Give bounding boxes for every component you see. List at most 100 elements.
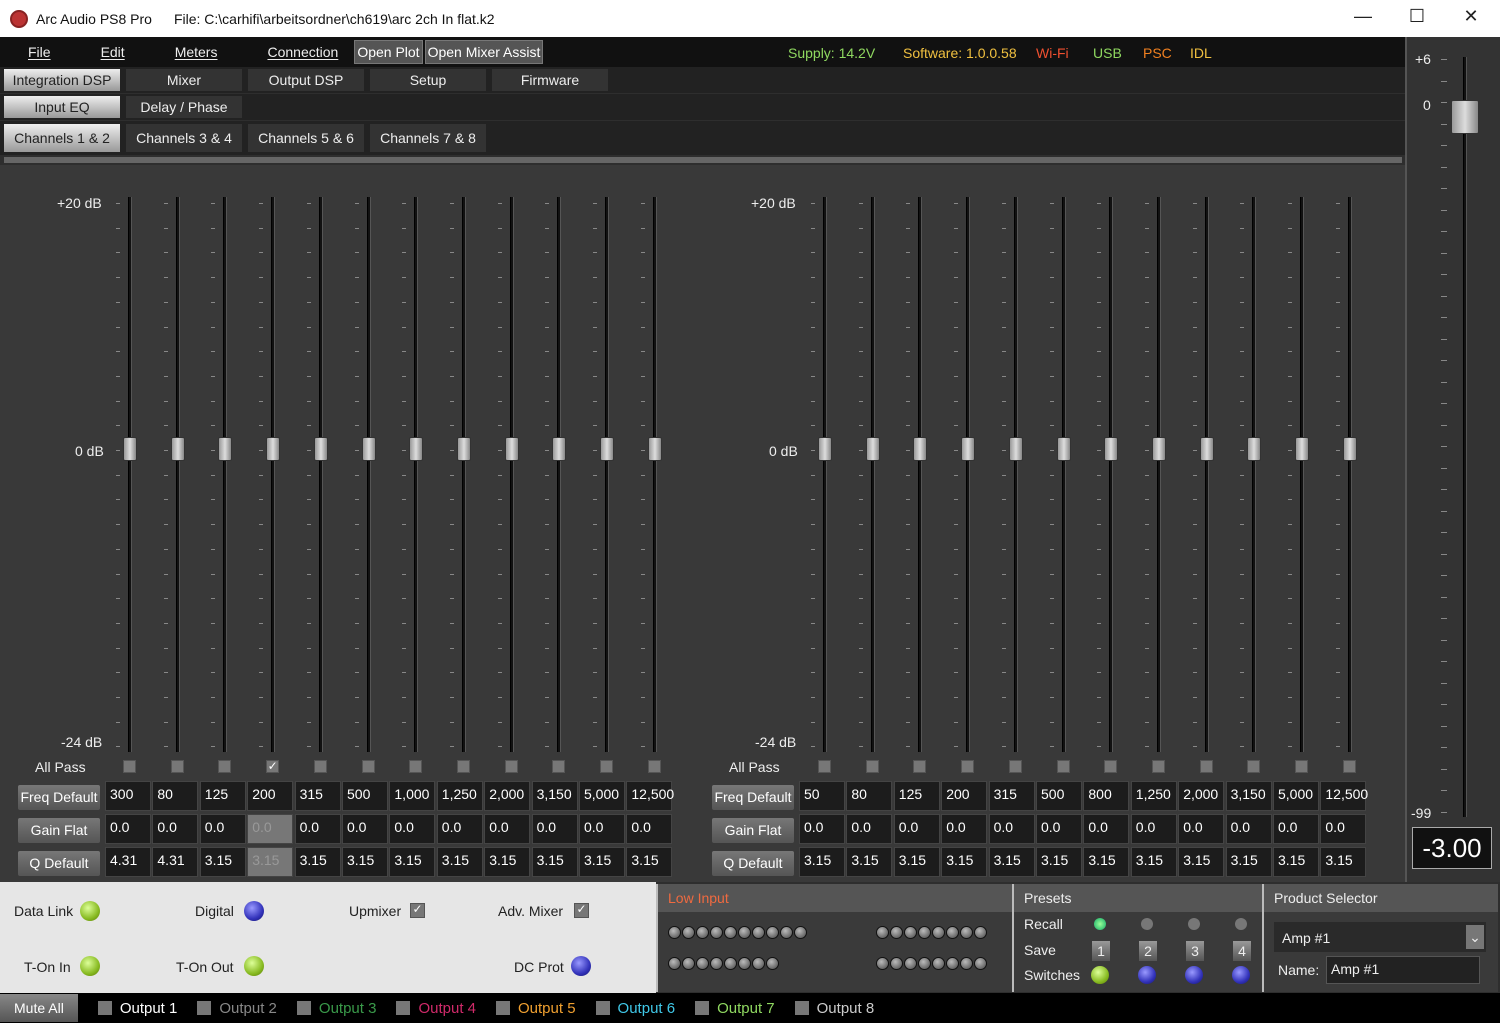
right-freq-field[interactable]: 500 <box>1036 781 1082 811</box>
right-band-7-track[interactable] <box>1109 197 1114 752</box>
left-gain-field[interactable]: 0.0 <box>199 814 246 844</box>
left-band-12-knob[interactable] <box>647 437 662 461</box>
left-gain-field[interactable]: 0.0 <box>436 814 483 844</box>
left-q-field[interactable]: 3.15 <box>342 847 388 877</box>
left-q-field[interactable]: 4.31 <box>105 847 151 877</box>
right-q-field[interactable]: 3.15 <box>1273 847 1319 877</box>
left-all-pass-checkbox[interactable]: ✓ <box>266 760 280 773</box>
left-freq-field[interactable]: 2,000 <box>484 781 531 811</box>
left-all-pass-checkbox[interactable] <box>409 760 423 773</box>
right-all-pass-checkbox[interactable] <box>1151 760 1165 773</box>
right-gain-field[interactable]: 0.0 <box>941 814 988 844</box>
left-q-default-button[interactable]: Q Default <box>18 851 100 876</box>
output-5-checkbox[interactable] <box>496 1001 510 1015</box>
menu-connection[interactable]: Connection <box>257 44 348 60</box>
scrollbar[interactable] <box>4 157 1402 163</box>
right-gain-field[interactable]: 0.0 <box>1225 814 1272 844</box>
right-freq-field[interactable]: 1,250 <box>1130 781 1177 811</box>
left-q-field[interactable]: 3.15 <box>484 847 531 877</box>
menu-meters[interactable]: Meters <box>165 44 228 60</box>
save-preset-1-button[interactable]: 1 <box>1092 941 1110 961</box>
tab-delay-phase[interactable]: Delay / Phase <box>126 96 242 118</box>
right-band-9-knob[interactable] <box>1199 437 1214 461</box>
right-q-field[interactable]: 3.15 <box>1178 847 1225 877</box>
left-band-7-track[interactable] <box>414 197 419 752</box>
tab-input-eq[interactable]: Input EQ <box>4 96 120 118</box>
left-all-pass-checkbox[interactable] <box>600 760 613 773</box>
master-fader-track[interactable] <box>1463 57 1467 817</box>
right-gain-field[interactable]: 0.0 <box>1320 814 1367 844</box>
left-all-pass-checkbox[interactable] <box>123 760 136 773</box>
tab-mixer[interactable]: Mixer <box>126 69 242 91</box>
left-band-7-knob[interactable] <box>409 437 424 461</box>
left-band-4-track[interactable] <box>271 197 276 752</box>
tab-setup[interactable]: Setup <box>370 69 486 91</box>
left-band-2-knob[interactable] <box>170 437 185 461</box>
right-gain-field[interactable]: 0.0 <box>988 814 1035 844</box>
right-gain-field[interactable]: 0.0 <box>1036 814 1082 844</box>
save-preset-4-button[interactable]: 4 <box>1233 941 1251 961</box>
output-3-checkbox[interactable] <box>296 1001 311 1015</box>
left-q-field[interactable]: 3.15 <box>436 847 483 877</box>
left-freq-field[interactable]: 315 <box>294 781 341 811</box>
right-all-pass-checkbox[interactable] <box>961 760 975 773</box>
left-all-pass-checkbox[interactable] <box>313 760 327 773</box>
left-freq-field[interactable]: 1,250 <box>436 781 483 811</box>
tab-channels-3-4[interactable]: Channels 3 & 4 <box>126 124 242 152</box>
close-button[interactable]: ✕ <box>1456 6 1486 27</box>
right-q-field[interactable]: 3.15 <box>1320 847 1367 877</box>
output-2-checkbox[interactable] <box>197 1001 212 1015</box>
left-q-field[interactable]: 3.15 <box>389 847 436 877</box>
output-8-mute[interactable]: Output 8 <box>794 1000 874 1017</box>
right-q-field[interactable]: 3.15 <box>1083 847 1130 877</box>
right-gain-default-button[interactable]: Gain Flat <box>712 818 794 843</box>
left-band-10-track[interactable] <box>557 197 562 752</box>
left-q-field[interactable]: 3.15 <box>531 847 578 877</box>
right-band-2-knob[interactable] <box>865 437 880 461</box>
save-preset-3-button[interactable]: 3 <box>1186 941 1204 961</box>
output-6-mute[interactable]: Output 6 <box>595 1000 675 1017</box>
right-all-pass-checkbox[interactable] <box>1199 760 1213 773</box>
save-preset-2-button[interactable]: 2 <box>1139 941 1157 961</box>
left-band-5-track[interactable] <box>318 197 323 752</box>
left-band-1-knob[interactable] <box>123 437 137 461</box>
left-all-pass-checkbox[interactable] <box>361 760 375 773</box>
left-gain-field[interactable]: 0.0 <box>484 814 531 844</box>
output-1-checkbox[interactable] <box>97 1001 112 1015</box>
right-freq-default-button[interactable]: Freq Default <box>712 785 794 810</box>
left-band-6-knob[interactable] <box>361 437 376 461</box>
left-all-pass-checkbox[interactable] <box>456 760 470 773</box>
right-all-pass-checkbox[interactable] <box>1295 760 1308 773</box>
left-gain-field[interactable]: 0.0 <box>626 814 673 844</box>
right-q-field[interactable]: 3.15 <box>1036 847 1082 877</box>
left-q-field[interactable]: 4.31 <box>152 847 199 877</box>
menu-file[interactable]: File <box>18 44 61 60</box>
left-band-6-track[interactable] <box>366 197 371 752</box>
tab-channels-1-2[interactable]: Channels 1 & 2 <box>4 124 120 152</box>
right-freq-field[interactable]: 125 <box>893 781 940 811</box>
output-7-mute[interactable]: Output 7 <box>695 1000 775 1017</box>
left-freq-field[interactable]: 12,500 <box>626 781 674 811</box>
right-band-4-knob[interactable] <box>961 437 976 461</box>
tab-integration-dsp[interactable]: Integration DSP <box>4 69 120 91</box>
left-q-field[interactable]: 3.15 <box>579 847 625 877</box>
right-gain-field[interactable]: 0.0 <box>1130 814 1177 844</box>
maximize-button[interactable]: ☐ <box>1402 6 1432 27</box>
recall-preset-1-led[interactable] <box>1094 918 1106 930</box>
right-all-pass-checkbox[interactable] <box>1104 760 1118 773</box>
left-gain-field[interactable]: 0.0 <box>342 814 388 844</box>
right-q-field[interactable]: 3.15 <box>1225 847 1272 877</box>
right-band-6-knob[interactable] <box>1056 437 1071 461</box>
left-all-pass-checkbox[interactable] <box>504 760 518 773</box>
right-freq-field[interactable]: 2,000 <box>1178 781 1225 811</box>
right-band-9-track[interactable] <box>1204 197 1209 752</box>
left-freq-default-button[interactable]: Freq Default <box>18 785 100 810</box>
left-gain-field[interactable]: 0.0 <box>531 814 578 844</box>
left-band-5-knob[interactable] <box>313 437 328 461</box>
product-dropdown[interactable]: Amp #1 ⌄ <box>1274 922 1486 952</box>
output-4-mute[interactable]: Output 4 <box>396 1000 476 1017</box>
name-input[interactable]: Amp #1 <box>1326 956 1480 984</box>
right-band-1-knob[interactable] <box>818 437 832 461</box>
right-freq-field[interactable]: 80 <box>846 781 893 811</box>
left-q-field[interactable]: 3.15 <box>199 847 246 877</box>
